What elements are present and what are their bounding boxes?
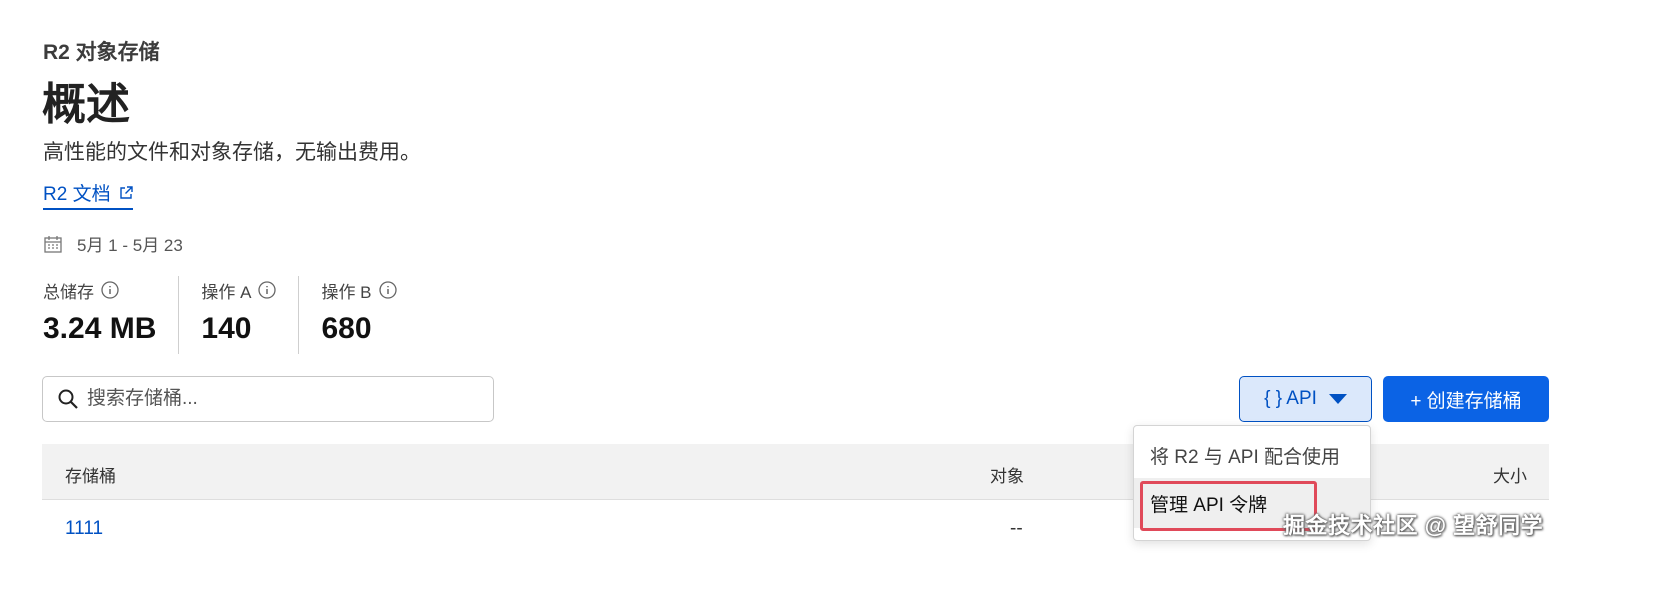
column-header-bucket[interactable]: 存储桶 xyxy=(65,462,116,487)
section-label: R2 对象存储 xyxy=(43,41,160,64)
bucket-name-link[interactable]: 1111 xyxy=(65,518,103,540)
menu-item-use-r2-with-api[interactable]: 将 R2 与 API 配合使用 xyxy=(1134,442,1370,469)
docs-link-label: R2 文档 xyxy=(43,184,111,205)
metric-total-storage: 总储存 3.24 MB xyxy=(43,276,178,354)
metric-label: 操作 B xyxy=(321,282,372,302)
metric-label: 总储存 xyxy=(43,282,94,302)
metric-operations-a: 操作 A 140 xyxy=(178,276,298,354)
column-header-size[interactable]: 大小 xyxy=(1493,462,1527,487)
create-bucket-label: + 创建存储桶 xyxy=(1410,390,1522,412)
metric-value: 680 xyxy=(321,312,372,345)
info-icon[interactable] xyxy=(101,281,119,299)
search-icon xyxy=(58,389,78,409)
calendar-icon xyxy=(44,235,62,253)
docs-link[interactable]: R2 文档 xyxy=(43,179,133,210)
metric-label: 操作 A xyxy=(201,282,252,302)
api-button-label: { } API xyxy=(1264,388,1317,409)
date-range-label: 5月 1 - 5月 23 xyxy=(77,236,183,255)
page-title: 概述 xyxy=(42,80,130,129)
caret-down-icon xyxy=(1328,394,1347,404)
create-bucket-button[interactable]: + 创建存储桶 xyxy=(1383,376,1549,422)
bucket-search[interactable] xyxy=(42,376,494,422)
metric-value: 3.24 MB xyxy=(43,312,157,345)
metric-value: 140 xyxy=(201,312,252,345)
external-link-icon xyxy=(119,185,133,199)
date-range[interactable]: 5月 1 - 5月 23 xyxy=(43,231,183,256)
search-input[interactable] xyxy=(87,388,467,410)
api-dropdown-button[interactable]: { } API xyxy=(1239,376,1372,422)
metrics-panel: 总储存 3.24 MB 操作 A 140 操作 B 680 xyxy=(43,276,419,354)
column-header-objects[interactable]: 对象 xyxy=(990,462,1024,487)
page-description: 高性能的文件和对象存储，无输出费用。 xyxy=(43,141,421,164)
info-icon[interactable] xyxy=(378,281,397,299)
metric-operations-b: 操作 B 680 xyxy=(298,276,418,354)
watermark: 掘金技术社区 @ 望舒同学 xyxy=(1283,513,1544,538)
info-icon[interactable] xyxy=(258,281,277,299)
bucket-objects-count: -- xyxy=(1010,518,1023,539)
